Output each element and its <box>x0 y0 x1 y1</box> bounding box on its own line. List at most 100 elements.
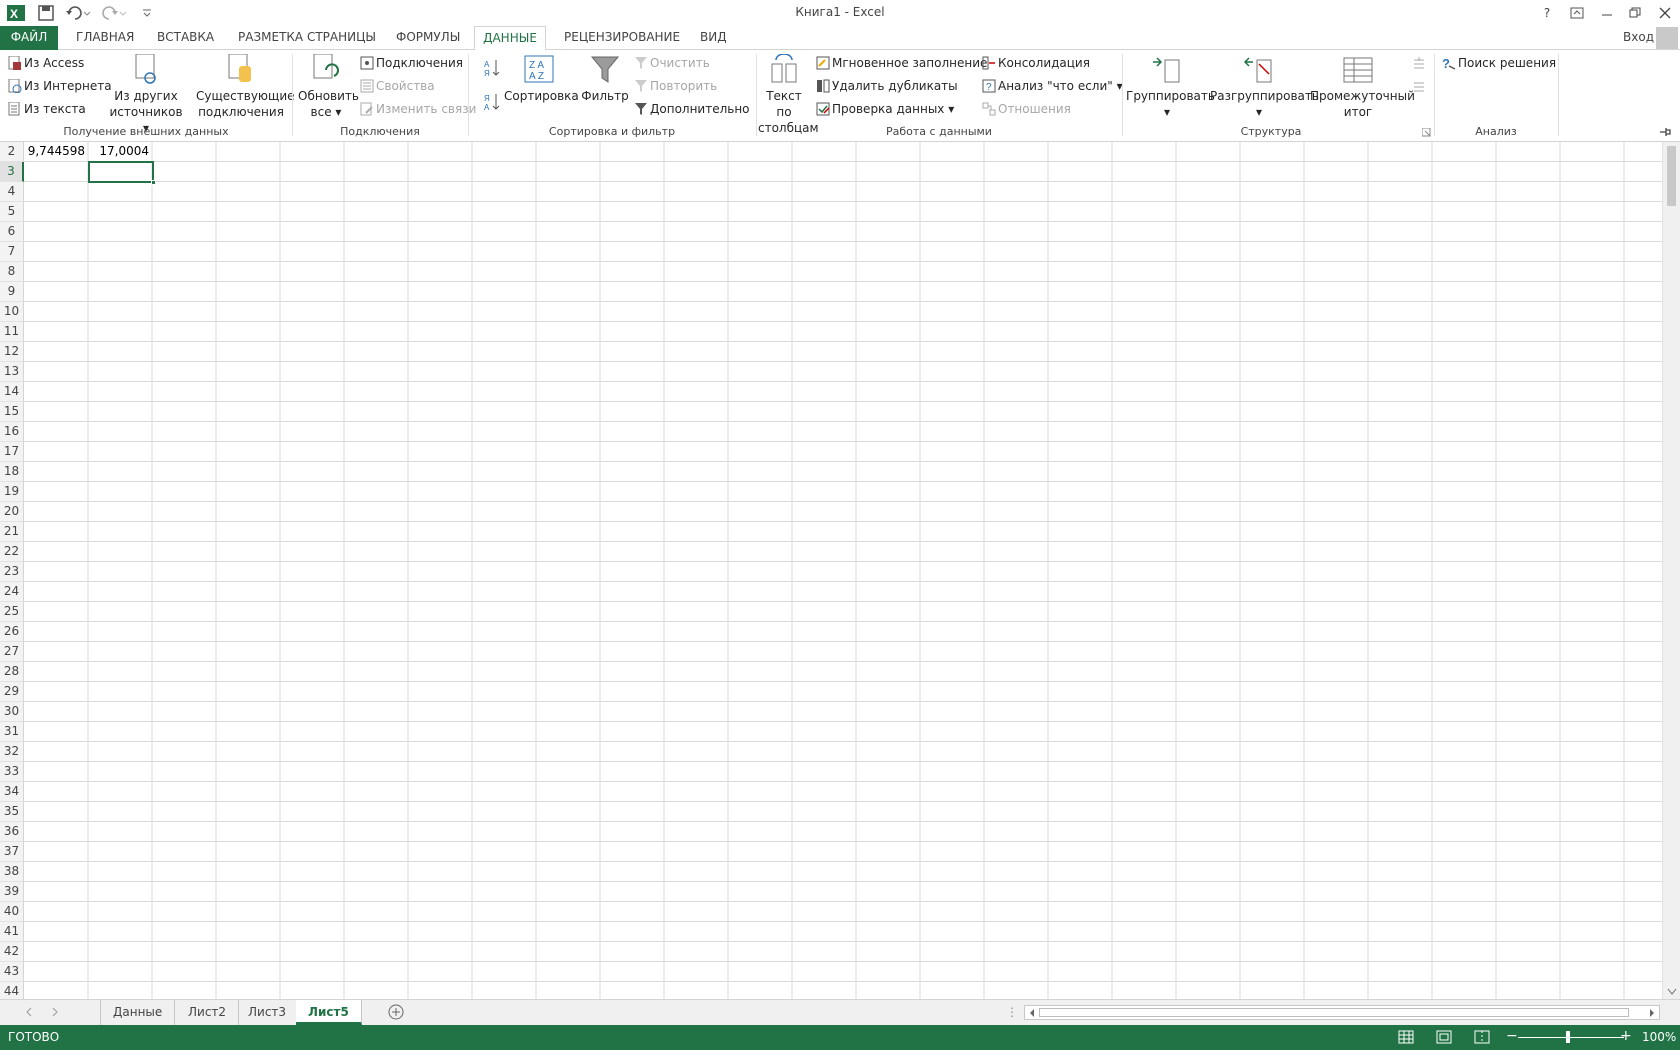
row-header[interactable]: 9 <box>0 282 24 302</box>
row-header[interactable]: 43 <box>0 962 24 982</box>
what-if-analysis-button[interactable]: ? Анализ "что если" ▾ <box>982 79 1123 93</box>
normal-view-button[interactable] <box>1398 1029 1414 1048</box>
row-header[interactable]: 26 <box>0 622 24 642</box>
outline-settings-launcher[interactable] <box>1421 127 1431 140</box>
row-header[interactable]: 35 <box>0 802 24 822</box>
sheet-tab-list5[interactable]: Лист5 <box>296 1000 362 1025</box>
row-header[interactable]: 2 <box>0 142 24 162</box>
connections-button[interactable]: Подключения <box>360 56 463 70</box>
cell-b2[interactable]: 17,0004 <box>88 142 152 162</box>
row-header[interactable]: 20 <box>0 502 24 522</box>
zoom-level[interactable]: 100% <box>1642 1030 1676 1044</box>
tab-view[interactable]: ВИД <box>694 26 733 50</box>
row-header[interactable]: 44 <box>0 982 24 999</box>
from-access-button[interactable]: Из Access <box>8 56 84 70</box>
row-header[interactable]: 40 <box>0 902 24 922</box>
row-header[interactable]: 28 <box>0 662 24 682</box>
sheet-tab-list3[interactable]: Лист3 <box>236 1000 300 1025</box>
row-header[interactable]: 23 <box>0 562 24 582</box>
remove-duplicates-button[interactable]: Удалить дубликаты <box>816 79 958 93</box>
row-header[interactable]: 27 <box>0 642 24 662</box>
pin-ribbon-button[interactable] <box>1658 126 1672 141</box>
row-header[interactable]: 7 <box>0 242 24 262</box>
row-header[interactable]: 10 <box>0 302 24 322</box>
zoom-slider-track[interactable] <box>1518 1037 1624 1038</box>
row-header[interactable]: 5 <box>0 202 24 222</box>
tab-file[interactable]: ФАЙЛ <box>0 26 58 50</box>
row-header[interactable]: 16 <box>0 422 24 442</box>
page-layout-view-button[interactable] <box>1436 1029 1452 1048</box>
sort-az-button[interactable]: AЯ <box>484 58 502 81</box>
minimize-button[interactable] <box>1594 2 1620 24</box>
page-break-view-button[interactable] <box>1474 1029 1490 1048</box>
active-cell-b3[interactable] <box>88 161 154 183</box>
clear-filter-button[interactable]: Очистить <box>634 56 710 70</box>
row-header[interactable]: 30 <box>0 702 24 722</box>
tab-page-layout[interactable]: РАЗМЕТКА СТРАНИЦЫ <box>232 26 382 50</box>
tab-formulas[interactable]: ФОРМУЛЫ <box>390 26 466 50</box>
zoom-slider-thumb[interactable] <box>1566 1031 1570 1043</box>
zoom-out-button[interactable]: − <box>1506 1028 1518 1044</box>
row-header[interactable]: 34 <box>0 782 24 802</box>
split-handle[interactable]: ⋮ <box>1006 1005 1018 1019</box>
row-header[interactable]: 31 <box>0 722 24 742</box>
ungroup-button[interactable]: Разгруппировать ▾ <box>1210 54 1319 120</box>
horizontal-scroll-thumb[interactable] <box>1039 1008 1629 1017</box>
row-header[interactable]: 29 <box>0 682 24 702</box>
row-header[interactable]: 33 <box>0 762 24 782</box>
row-header[interactable]: 6 <box>0 222 24 242</box>
new-sheet-button[interactable] <box>388 1004 404 1023</box>
row-header[interactable]: 4 <box>0 182 24 202</box>
subtotal-button[interactable]: Промежуточный итог <box>1310 54 1415 120</box>
help-button[interactable]: ? <box>1534 2 1560 24</box>
sheet-scroll-right-button[interactable] <box>50 1006 60 1021</box>
vertical-scroll-thumb[interactable] <box>1667 146 1676 206</box>
refresh-all-button[interactable]: Обновить все ▾ <box>298 54 359 120</box>
row-header[interactable]: 11 <box>0 322 24 342</box>
properties-button[interactable]: Свойства <box>360 79 435 93</box>
from-text-button[interactable]: Из текста <box>8 102 86 116</box>
vertical-scrollbar[interactable] <box>1662 142 1680 999</box>
row-header[interactable]: 24 <box>0 582 24 602</box>
row-header[interactable]: 19 <box>0 482 24 502</box>
row-header[interactable]: 15 <box>0 402 24 422</box>
tab-home[interactable]: ГЛАВНАЯ <box>70 26 140 50</box>
row-header[interactable]: 18 <box>0 462 24 482</box>
sheet-tab-data[interactable]: Данные <box>100 1000 176 1025</box>
hide-detail-button[interactable] <box>1412 79 1428 93</box>
restore-button[interactable] <box>1622 2 1648 24</box>
solver-button[interactable]: ? Поиск решения <box>1442 56 1556 70</box>
cell-a2[interactable]: 9,744598 <box>24 142 88 162</box>
horizontal-scrollbar[interactable] <box>1024 1005 1660 1020</box>
row-header[interactable]: 39 <box>0 882 24 902</box>
data-validation-button[interactable]: Проверка данных ▾ <box>816 102 954 116</box>
text-to-columns-button[interactable]: Текст по столбцам <box>758 54 819 136</box>
row-header[interactable]: 42 <box>0 942 24 962</box>
sort-button[interactable]: Z AA Z Сортировка <box>504 54 579 104</box>
sheet-scroll-left-button[interactable] <box>24 1006 34 1021</box>
reapply-button[interactable]: Повторить <box>634 79 717 93</box>
show-detail-button[interactable] <box>1412 56 1428 70</box>
sort-za-button[interactable]: ЯA <box>484 92 502 115</box>
edit-links-button[interactable]: Изменить связи <box>360 102 476 116</box>
ribbon-options-button[interactable] <box>1564 2 1590 24</box>
advanced-filter-button[interactable]: Дополнительно <box>634 102 750 116</box>
tab-insert[interactable]: ВСТАВКА <box>151 26 220 50</box>
filter-button[interactable]: Фильтр <box>580 54 630 104</box>
avatar[interactable] <box>1656 27 1678 49</box>
relationships-button[interactable]: Отношения <box>982 102 1071 116</box>
row-header[interactable]: 12 <box>0 342 24 362</box>
row-header[interactable]: 25 <box>0 602 24 622</box>
zoom-in-button[interactable]: + <box>1620 1028 1632 1044</box>
from-other-sources-button[interactable]: Из других источников ▾ <box>106 54 186 136</box>
existing-connections-button[interactable]: Существующие подключения <box>196 54 295 120</box>
flash-fill-button[interactable]: Мгновенное заполнение <box>816 56 987 70</box>
row-header[interactable]: 32 <box>0 742 24 762</box>
fill-handle[interactable] <box>151 180 156 185</box>
row-header[interactable]: 17 <box>0 442 24 462</box>
row-header[interactable]: 37 <box>0 842 24 862</box>
row-header[interactable]: 14 <box>0 382 24 402</box>
sign-in-link[interactable]: Вход <box>1623 30 1654 44</box>
tab-data[interactable]: ДАННЫЕ <box>474 26 546 51</box>
sheet-tab-list2[interactable]: Лист2 <box>176 1000 240 1025</box>
